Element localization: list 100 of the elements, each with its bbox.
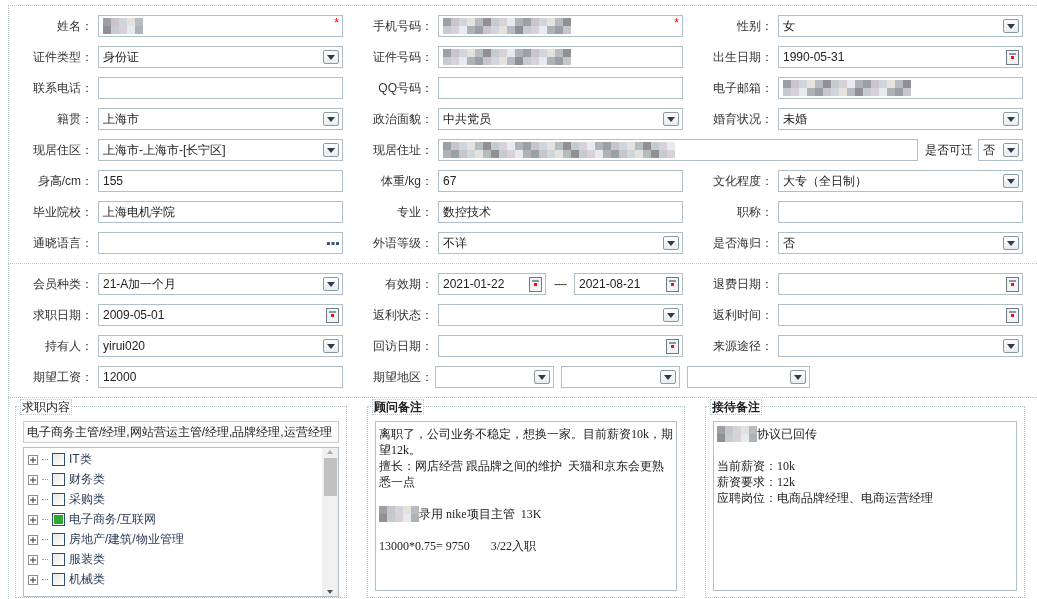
- tree-item[interactable]: 房地产/建筑/物业管理: [69, 531, 184, 548]
- field-label: 证件号码：: [373, 48, 434, 66]
- scrollbar-thumb[interactable]: [323, 458, 337, 496]
- checkbox[interactable]: [52, 553, 65, 566]
- tree-item[interactable]: 机械类: [69, 571, 105, 588]
- field-label: QQ号码：: [378, 79, 434, 97]
- scrollbar[interactable]: [322, 448, 338, 596]
- required-mark: *: [334, 16, 339, 30]
- field-label: 是否可迁: [924, 141, 974, 159]
- date-field[interactable]: 1990-05-31: [778, 46, 1023, 68]
- field-label: 手机号码：: [373, 17, 434, 35]
- field-label: 返利时间：: [713, 306, 774, 324]
- scroll-down-icon[interactable]: [326, 588, 334, 596]
- checkbox[interactable]: [52, 533, 65, 546]
- expand-icon[interactable]: [28, 514, 38, 525]
- dropdown[interactable]: 上海市: [98, 108, 343, 130]
- note-text: 录用 nike项目主管 13K: [419, 506, 542, 522]
- notes-textarea[interactable]: 协议已回传 当前薪资：10k 薪资要求：12k 应聘岗位：电商品牌经理、电商运营经理: [713, 421, 1017, 591]
- dropdown[interactable]: 中共党员: [438, 108, 683, 130]
- tree-item[interactable]: 财务类: [69, 471, 105, 488]
- dropdown[interactable]: yirui020: [98, 335, 343, 357]
- calendar-icon[interactable]: [1006, 307, 1019, 323]
- tree-item[interactable]: IT类: [69, 451, 92, 468]
- field-label: 毕业院校：: [33, 203, 94, 221]
- expand-icon[interactable]: [28, 574, 38, 585]
- expand-icon[interactable]: [28, 454, 38, 465]
- note-text: 擅长：网店经营 跟品牌之间的维护 天猫和京东会更熟悉一点: [379, 458, 665, 490]
- tree-item[interactable]: 电子商务/互联网: [69, 511, 157, 528]
- expand-icon[interactable]: [28, 554, 38, 565]
- field-label: 通晓语言：: [33, 234, 94, 252]
- selection-summary-field[interactable]: 电子商务主管/经理,网站营运主管/经理,品牌经理,运营经理: [23, 421, 339, 443]
- calendar-icon[interactable]: [529, 276, 542, 292]
- checkbox[interactable]: [52, 453, 65, 466]
- note-text: 当前薪资：10k: [717, 458, 795, 474]
- checkbox[interactable]: [52, 573, 65, 586]
- dropdown[interactable]: 上海市-上海市-[长宁区]: [98, 139, 343, 161]
- dropdown[interactable]: 大专（全日制）: [778, 170, 1023, 192]
- date-field[interactable]: 2009-05-01: [98, 304, 343, 326]
- calendar-icon[interactable]: [1006, 49, 1019, 65]
- input-field[interactable]: [438, 139, 918, 161]
- field-label: 回访日期：: [373, 337, 434, 355]
- dropdown[interactable]: 身份证: [98, 46, 343, 68]
- input-field[interactable]: *: [98, 15, 343, 37]
- field-label: 姓名：: [57, 17, 94, 35]
- field-label: 文化程度：: [713, 172, 774, 190]
- date-field[interactable]: 2021-08-21: [574, 273, 683, 295]
- field-label: 持有人：: [45, 337, 94, 355]
- dropdown[interactable]: 不详: [438, 232, 683, 254]
- notes-textarea[interactable]: 离职了，公司业务不稳定，想换一家。目前薪资10k，期望12k。 擅长：网店经营 跟品牌之间的维护 天猫和京东会更熟悉一点 录用 nike项目主管 13K 13000*0.75= 9750 3/22入职: [375, 421, 677, 591]
- date-field[interactable]: [438, 335, 683, 357]
- checkbox[interactable]: [52, 513, 65, 526]
- field-label: 期望工资：: [33, 368, 94, 386]
- field-label: 是否海归：: [713, 234, 774, 252]
- range-separator: ----: [554, 277, 566, 291]
- input-field[interactable]: 数控技术: [438, 201, 683, 223]
- picker-field[interactable]: [98, 232, 343, 254]
- expand-icon[interactable]: [28, 474, 38, 485]
- note-text: 应聘岗位：电商品牌经理、电商运营经理: [717, 490, 933, 506]
- field-label: 婚育状况：: [713, 110, 774, 128]
- input-field[interactable]: [778, 201, 1023, 223]
- calendar-icon[interactable]: [326, 307, 339, 323]
- field-label: 有效期：: [385, 275, 434, 293]
- calendar-icon[interactable]: [666, 338, 679, 354]
- dropdown[interactable]: 未婚: [778, 108, 1023, 130]
- field-label: 退费日期：: [713, 275, 774, 293]
- field-label: 政治面貌：: [373, 110, 434, 128]
- calendar-icon[interactable]: [666, 276, 679, 292]
- field-label: 职称：: [737, 203, 774, 221]
- input-field[interactable]: [438, 77, 683, 99]
- input-field[interactable]: 67: [438, 170, 683, 192]
- field-label: 现居住区：: [33, 141, 94, 159]
- date-field[interactable]: [778, 304, 1023, 326]
- date-field[interactable]: 2021-01-22: [438, 273, 546, 295]
- input-field[interactable]: 上海电机学院: [98, 201, 343, 223]
- field-label: 返利状态：: [373, 306, 434, 324]
- input-field[interactable]: [438, 46, 683, 68]
- note-text: 离职了，公司业务不稳定，想换一家。目前薪资10k，期望12k。: [379, 426, 673, 458]
- dropdown[interactable]: 21-A加一个月: [98, 273, 343, 295]
- field-label: 联系电话：: [33, 79, 94, 97]
- tree-item[interactable]: 服装类: [69, 551, 105, 568]
- checkbox[interactable]: [52, 493, 65, 506]
- field-label: 出生日期：: [713, 48, 774, 66]
- input-field[interactable]: [98, 77, 343, 99]
- calendar-icon[interactable]: [1006, 276, 1019, 292]
- date-field[interactable]: [778, 273, 1023, 295]
- input-field[interactable]: *: [438, 15, 683, 37]
- field-label: 籍贯：: [57, 110, 94, 128]
- expand-icon[interactable]: [28, 494, 38, 505]
- ellipsis-icon[interactable]: [327, 241, 339, 245]
- tree-item[interactable]: 采购类: [69, 491, 105, 508]
- field-label: 体重/kg：: [381, 172, 434, 190]
- note-text: 薪资要求：12k: [717, 474, 795, 490]
- dropdown[interactable]: 否: [978, 139, 1023, 161]
- input-field[interactable]: 155: [98, 170, 343, 192]
- dropdown[interactable]: 女: [778, 15, 1023, 37]
- expand-icon[interactable]: [28, 534, 38, 545]
- input-field[interactable]: [778, 77, 1023, 99]
- checkbox[interactable]: [52, 473, 65, 486]
- dropdown[interactable]: 否: [778, 232, 1023, 254]
- input-field[interactable]: 12000: [98, 366, 343, 388]
